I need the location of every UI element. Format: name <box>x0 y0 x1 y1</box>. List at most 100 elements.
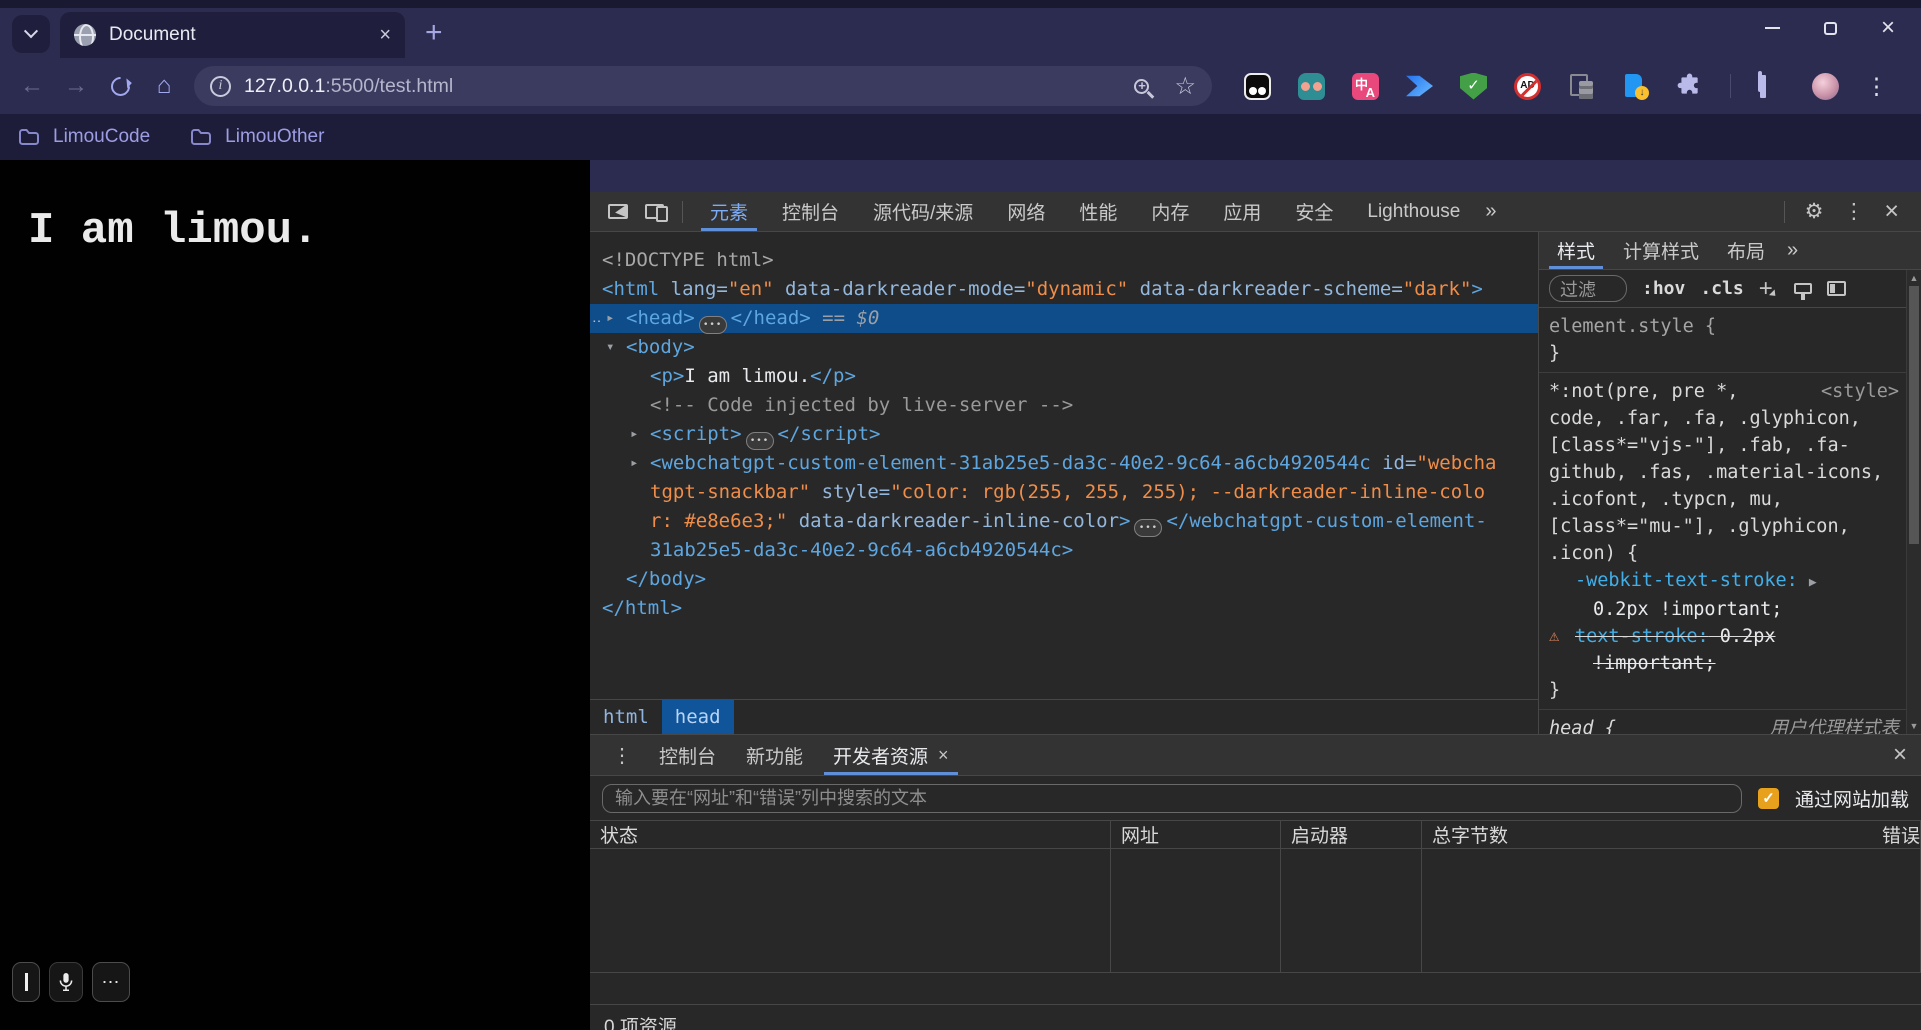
tab-search-button[interactable] <box>12 15 50 53</box>
scrollbar-thumb[interactable] <box>1909 286 1919 544</box>
css-declaration[interactable]: -webkit-text-stroke: ▶ <box>1549 567 1899 596</box>
dom-tree-node[interactable]: ‥▸<head></head> == $0 <box>590 304 1538 333</box>
devtools-tab[interactable]: 元素 <box>693 192 765 231</box>
forward-button[interactable]: → <box>58 68 94 104</box>
devtools-close-button[interactable]: × <box>1874 197 1909 226</box>
more-tabs-icon[interactable]: » <box>1477 200 1504 223</box>
minimize-button[interactable] <box>1765 27 1780 29</box>
dom-tree-node[interactable]: 31ab25e5-da3c-40e2-9c64-a6cb4920544c> <box>590 536 1538 565</box>
styles-scrollbar[interactable]: ▲ ▼ <box>1906 270 1921 734</box>
collapsed-arrow-icon[interactable]: ▸ <box>606 304 614 333</box>
breadcrumb-item[interactable]: head <box>662 700 734 734</box>
bot-icon[interactable] <box>1298 73 1325 100</box>
styles-tab[interactable]: 布局 <box>1713 232 1779 269</box>
zoom-icon[interactable] <box>1134 79 1149 94</box>
adguard-shield-icon[interactable]: ✓ <box>1460 73 1487 100</box>
avatar[interactable] <box>1812 73 1839 100</box>
styles-filter-input[interactable]: 过滤 <box>1549 275 1627 302</box>
dom-tree-node[interactable]: </body> <box>590 565 1538 594</box>
dom-tree-node[interactable]: ▾<body> <box>590 333 1538 362</box>
translate-icon[interactable]: 中A <box>1352 73 1379 100</box>
dom-tree-node[interactable]: <!-- Code injected by live-server --> <box>590 391 1538 420</box>
more-style-tabs-icon[interactable]: » <box>1779 239 1806 262</box>
devtools-tab[interactable]: 应用 <box>1206 192 1278 231</box>
drawer-tab-close-icon[interactable]: × <box>938 745 949 766</box>
expanded-arrow-icon[interactable]: ▾ <box>606 333 614 362</box>
dom-tree-node[interactable]: <p>I am limou.</p> <box>590 362 1538 391</box>
bookmark-folder[interactable]: LimouCode <box>18 126 150 148</box>
expand-longhand-icon[interactable]: ▶ <box>1809 575 1817 590</box>
reload-button[interactable] <box>102 68 138 104</box>
browser-tab[interactable]: Document × <box>60 12 405 58</box>
column-header[interactable]: 错误 <box>1872 821 1921 848</box>
dom-tree-node[interactable]: </html> <box>590 594 1538 623</box>
drawer-menu-icon[interactable]: ⋮ <box>600 743 644 768</box>
browser-menu-icon[interactable]: ⋮ <box>1865 73 1888 100</box>
element-style-open[interactable]: element.style { <box>1549 313 1899 340</box>
devtools-tab[interactable]: 内存 <box>1134 192 1206 231</box>
rendering-emulation-icon[interactable] <box>1794 283 1812 294</box>
doc-download-icon[interactable] <box>1622 73 1649 100</box>
load-through-website-checkbox[interactable]: ✓ <box>1758 788 1779 809</box>
address-bar[interactable]: i 127.0.0.1:5500/test.html ☆ <box>194 66 1212 106</box>
tab-close-icon[interactable]: × <box>379 25 391 45</box>
hover-state-button[interactable]: :hov <box>1642 278 1685 299</box>
side-panel-button[interactable] <box>1758 73 1785 100</box>
back-button[interactable]: ← <box>14 68 50 104</box>
toggle-sidebar-icon[interactable] <box>1827 281 1846 296</box>
column-header[interactable]: 启动器 <box>1281 821 1422 848</box>
dom-tree-node[interactable]: tgpt-snackbar" style="color: rgb(255, 25… <box>590 478 1538 507</box>
copy-docs-icon[interactable] <box>1568 73 1595 100</box>
ellipsis-expand-icon[interactable] <box>699 316 727 334</box>
column-header[interactable]: 网址 <box>1111 821 1281 848</box>
power-automate-icon[interactable] <box>1406 73 1433 100</box>
drawer-close-button[interactable]: × <box>1893 741 1907 769</box>
breadcrumb-item[interactable]: html <box>590 700 662 734</box>
dom-tree-node[interactable]: r: #e8e6e3;" data-darkreader-inline-colo… <box>590 507 1538 536</box>
maximize-button[interactable] <box>1824 22 1837 35</box>
overridden-declaration[interactable]: ⚠ text-stroke: 0.2px <box>1549 623 1899 650</box>
extensions-puzzle-icon[interactable] <box>1676 73 1703 100</box>
new-tab-button[interactable]: + <box>425 18 443 48</box>
window-close-button[interactable]: × <box>1881 16 1895 40</box>
adblock-icon[interactable]: AD <box>1514 73 1541 100</box>
dark-reader-icon[interactable] <box>1244 73 1271 100</box>
mic-button[interactable] <box>49 962 83 1002</box>
css-declaration-value[interactable]: 0.2px !important; <box>1549 596 1899 623</box>
resource-search-input[interactable] <box>602 784 1742 813</box>
devtools-tab[interactable]: 性能 <box>1062 192 1134 231</box>
styles-tab[interactable]: 样式 <box>1543 232 1609 269</box>
collapsed-arrow-icon[interactable]: ▸ <box>630 420 638 449</box>
devtools-tab[interactable]: 源代码/来源 <box>856 192 990 231</box>
devtools-tab[interactable]: 网络 <box>990 192 1062 231</box>
drawer-tab[interactable]: 控制台 <box>644 735 731 775</box>
scroll-down-icon[interactable]: ▼ <box>1907 721 1921 731</box>
text-cursor-button[interactable] <box>12 962 40 1002</box>
inspect-element-button[interactable] <box>600 192 636 231</box>
home-button[interactable]: ⌂ <box>146 68 182 104</box>
dom-tree-node[interactable]: ▸<webchatgpt-custom-element-31ab25e5-da3… <box>590 449 1538 478</box>
more-options-button[interactable]: ⋯ <box>92 962 130 1002</box>
class-button[interactable]: .cls <box>1700 278 1743 299</box>
column-header[interactable]: 状态 <box>590 821 1111 848</box>
drawer-tab[interactable]: 新功能 <box>731 735 818 775</box>
devtools-tab[interactable]: 控制台 <box>765 192 856 231</box>
dom-tree-node[interactable]: <!DOCTYPE html> <box>590 246 1538 275</box>
ellipsis-expand-icon[interactable] <box>1134 519 1162 537</box>
dom-tree-node[interactable]: ▸<script></script> <box>590 420 1538 449</box>
bookmark-star-icon[interactable]: ☆ <box>1174 72 1196 101</box>
site-info-icon[interactable]: i <box>210 76 231 97</box>
rule-origin-link[interactable]: <style> <box>1821 378 1899 405</box>
bookmark-folder[interactable]: LimouOther <box>190 126 324 148</box>
devtools-tab[interactable]: Lighthouse <box>1350 192 1477 231</box>
collapsed-arrow-icon[interactable]: ▸ <box>630 449 638 478</box>
column-header[interactable]: 总字节数 <box>1422 821 1872 848</box>
dom-tree-node[interactable]: <html lang="en" data-darkreader-mode="dy… <box>590 275 1538 304</box>
styles-tab[interactable]: 计算样式 <box>1609 232 1713 269</box>
device-toolbar-button[interactable] <box>636 192 672 231</box>
drawer-tab[interactable]: 开发者资源 × <box>818 735 964 775</box>
devtools-menu-icon[interactable]: ⋮ <box>1833 199 1874 224</box>
new-style-rule-button[interactable]: + <box>1759 277 1773 301</box>
devtools-tab[interactable]: 安全 <box>1278 192 1350 231</box>
ellipsis-expand-icon[interactable] <box>746 432 774 450</box>
